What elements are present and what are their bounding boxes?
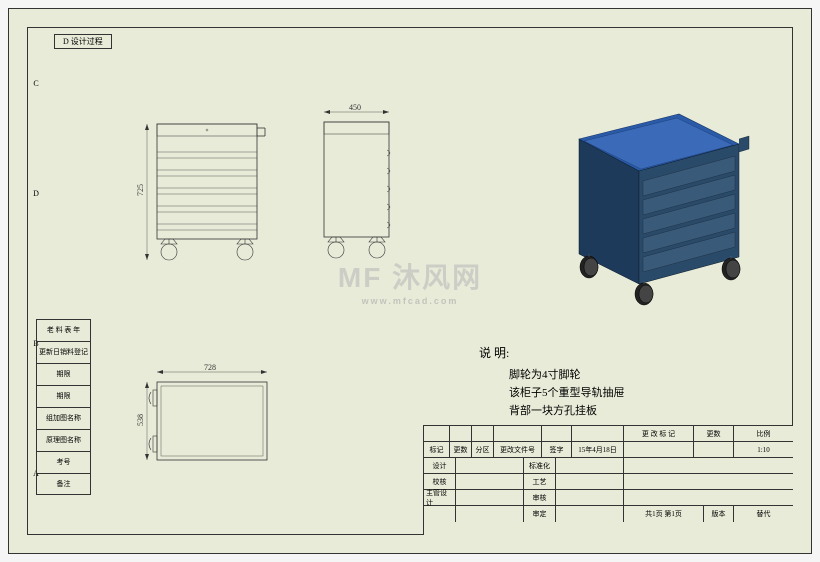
svg-text:725: 725	[136, 184, 145, 196]
note-line: 该柜子5个重型导轨抽屉	[509, 384, 625, 402]
sidebar-row: 老 料 表 年	[36, 319, 91, 341]
top-view: 728 538	[139, 364, 289, 486]
sidebar-row: 期限	[36, 363, 91, 385]
sidebar-row: 考号	[36, 451, 91, 473]
note-line: 脚轮为4寸脚轮	[509, 366, 625, 384]
sidebar-row: 期限	[36, 385, 91, 407]
front-view: 725	[139, 114, 269, 276]
revision-sidebar: 老 料 表 年 更新日销料登记 期限 期限 组加图名称 原理图名称 考号 备注	[36, 319, 91, 495]
svg-text:728: 728	[204, 363, 216, 372]
svg-text:538: 538	[136, 414, 145, 426]
svg-text:450: 450	[349, 103, 361, 112]
notes-block: 说 明: 脚轮为4寸脚轮 该柜子5个重型导轨抽屉 背部一块方孔挂板	[479, 344, 625, 420]
zone-d: D	[32, 189, 40, 198]
note-line: 背部一块方孔挂板	[509, 402, 625, 420]
project-label: D 设计过程	[54, 34, 112, 49]
notes-title: 说 明:	[479, 344, 625, 362]
isometric-view	[539, 89, 749, 321]
title-block: 更 改 标 记 更数 比例 标记 更数 分区 更改文件号 签字 15年4月18日…	[423, 425, 793, 535]
zone-c: C	[32, 79, 40, 88]
sidebar-row: 组加图名称	[36, 407, 91, 429]
sidebar-row: 备注	[36, 473, 91, 495]
side-view: 450	[309, 104, 409, 276]
sidebar-row: 原理图名称	[36, 429, 91, 451]
sidebar-row: 更新日销料登记	[36, 341, 91, 363]
